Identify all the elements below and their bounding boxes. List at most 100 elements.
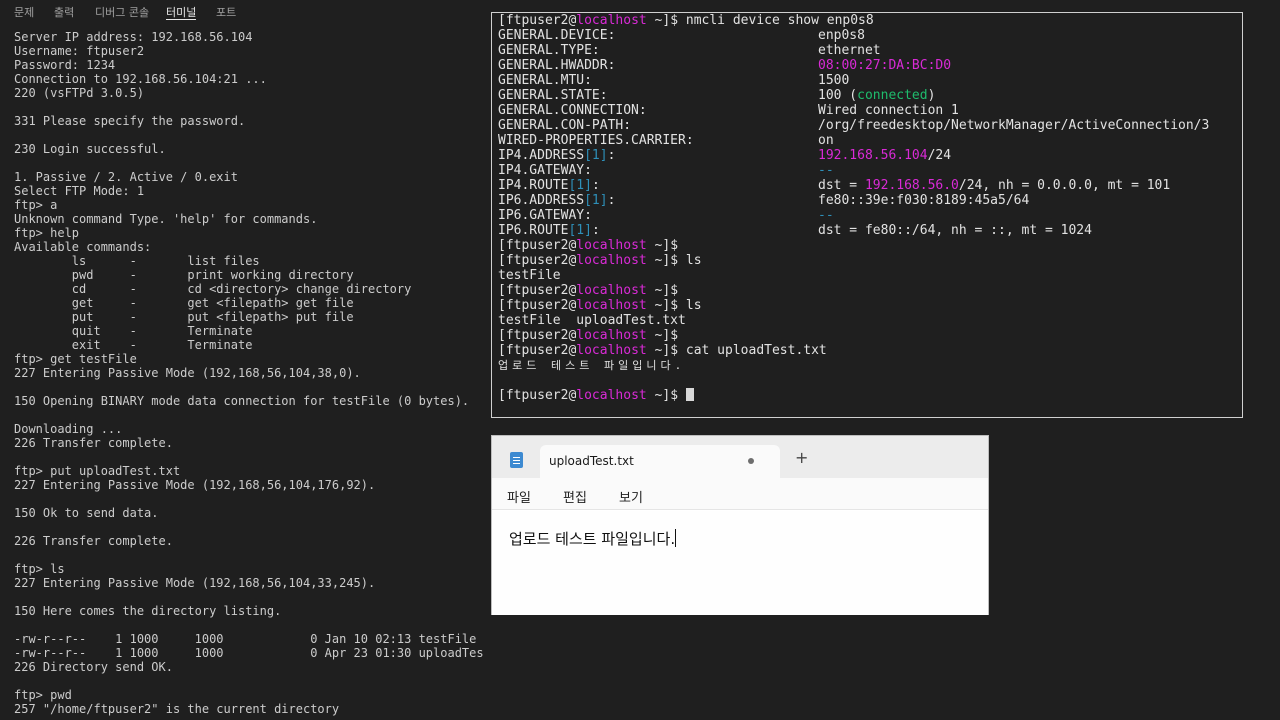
menu-edit[interactable]: 편집 (563, 487, 587, 506)
nmcli-key-colon: : (607, 148, 616, 163)
nmcli-key-text: GENERAL.TYPE: (498, 43, 600, 58)
terminal-line: Server IP address: 192.168.56.104 (14, 30, 253, 44)
nmcli-key: GENERAL.MTU: (498, 73, 818, 88)
unsaved-dot-icon[interactable] (748, 458, 754, 464)
terminal-line: put - put <filepath> put file (14, 310, 354, 324)
nmcli-row: GENERAL.STATE: 100 (connected) (498, 88, 935, 103)
ls-output: testFile uploadTest.txt (498, 313, 686, 328)
terminal-line: pwd - print working directory (14, 268, 354, 282)
nmcli-key: GENERAL.CONNECTION: (498, 103, 818, 118)
terminal-line: ftp> pwd (14, 688, 72, 702)
nmcli-value: 08:00:27:DA:BC:D0 (818, 58, 952, 73)
terminal-line: exit - Terminate (14, 338, 253, 352)
tab-terminal[interactable]: 터미널 (166, 4, 196, 20)
panel-tab-bar: 문제 출력 디버그 콘솔 터미널 포트 (0, 0, 480, 22)
terminal-line: 150 Opening BINARY mode data connection … (14, 394, 470, 408)
notepad-app-icon (510, 452, 523, 468)
shell-prompt-line: [ftpuser2@localhost ~]$ (498, 388, 694, 403)
nmcli-key-text: GENERAL.HWADDR: (498, 58, 616, 73)
nmcli-key: GENERAL.HWADDR: (498, 58, 818, 73)
prompt-open: [ftpuser2@ (498, 343, 577, 358)
nmcli-key-colon: : (607, 193, 616, 208)
nmcli-key-index: [1] (568, 223, 592, 238)
nmcli-key-name: IP4.ADDRESS (498, 148, 585, 163)
linux-terminal-window[interactable]: [ftpuser2@localhost ~]$ nmcli device sho… (491, 12, 1243, 418)
nmcli-key-text: GENERAL.CON-PATH: (498, 118, 632, 133)
tab-debug-console[interactable]: 디버그 콘솔 (95, 4, 149, 20)
terminal-line: 227 Entering Passive Mode (192,168,56,10… (14, 478, 376, 492)
nmcli-row: GENERAL.TYPE: ethernet (498, 43, 881, 58)
notepad-tab[interactable]: uploadTest.txt (540, 445, 780, 478)
nmcli-key: WIRED-PROPERTIES.CARRIER: (498, 133, 818, 148)
terminal-line: Password: 1234 (14, 58, 116, 72)
nmcli-key-text: GENERAL.CONNECTION: (498, 103, 647, 118)
terminal-line: Connection to 192.168.56.104:21 ... (14, 72, 267, 86)
terminal-line: ls - list files (14, 254, 260, 268)
prompt-open: [ftpuser2@ (498, 253, 577, 268)
menu-view[interactable]: 보기 (619, 487, 643, 506)
shell-command: nmcli device show enp0s8 (678, 13, 874, 28)
nmcli-key: IP4.ROUTE[1]: (498, 178, 818, 193)
shell-prompt-line: [ftpuser2@localhost ~]$ (498, 238, 678, 253)
nmcli-key-name: IP4.ROUTE (498, 178, 569, 193)
nmcli-value: dst = (818, 178, 865, 193)
nmcli-key-text: IP6.GATEWAY: (498, 208, 592, 223)
notepad-content: 업로드 테스트 파일입니다. (509, 530, 676, 548)
nmcli-key-index: [1] (584, 193, 608, 208)
ls-output: testFile (498, 268, 561, 283)
prompt-close: ~]$ (646, 253, 679, 268)
prompt-host: localhost (576, 298, 647, 313)
nmcli-ip: 192.168.56.104 (818, 148, 928, 163)
terminal-line: 150 Ok to send data. (14, 506, 159, 520)
prompt-open: [ftpuser2@ (498, 238, 577, 253)
nmcli-key-index: [1] (568, 178, 592, 193)
nmcli-key-name: IP6.ROUTE (498, 223, 569, 238)
notepad-text-line: 업로드 테스트 파일입니다. (509, 528, 677, 549)
nmcli-key-name: IP6.ADDRESS (498, 193, 585, 208)
terminal-line: ftp> help (14, 226, 80, 240)
terminal-line: ftp> ls (14, 562, 65, 576)
terminal-cursor (685, 388, 694, 401)
nmcli-value: /org/freedesktop/NetworkManager/ActiveCo… (818, 118, 1210, 133)
terminal-line: 226 Transfer complete. (14, 534, 173, 548)
tab-output[interactable]: 출력 (54, 4, 74, 20)
nmcli-value: /24, nh = 0.0.0.0, mt = 101 (958, 178, 1171, 193)
terminal-line: 150 Here comes the directory listing. (14, 604, 282, 618)
nmcli-key-text: GENERAL.MTU: (498, 73, 592, 88)
nmcli-row: IP6.ADDRESS[1]: fe80::39e:f030:8189:45a5/… (498, 193, 1029, 208)
nmcli-key: IP4.GATEWAY: (498, 163, 818, 178)
menu-file[interactable]: 파일 (507, 487, 531, 506)
prompt-open: [ftpuser2@ (498, 298, 577, 313)
new-tab-button[interactable]: + (795, 450, 808, 466)
nmcli-key-text: WIRED-PROPERTIES.CARRIER: (498, 133, 694, 148)
prompt-close: ~]$ (646, 388, 679, 403)
shell-prompt-line: [ftpuser2@localhost ~]$ ls (498, 253, 702, 268)
nmcli-value: dst = fe80::/64, nh = ::, mt = 1024 (818, 223, 1092, 238)
prompt-host: localhost (576, 328, 647, 343)
terminal-line: -rw-r--r-- 1 1000 1000 0 Jan 10 02:13 te… (14, 632, 477, 646)
notepad-editor[interactable]: 업로드 테스트 파일입니다. (492, 511, 988, 615)
terminal-line: 226 Directory send OK. (14, 660, 173, 674)
nmcli-row: GENERAL.HWADDR: 08:00:27:DA:BC:D0 (498, 58, 951, 73)
terminal-line: ftp> get testFile (14, 352, 137, 366)
prompt-open: [ftpuser2@ (498, 388, 577, 403)
nmcli-row: IP4.GATEWAY: -- (498, 163, 834, 178)
ftp-terminal-output[interactable]: Server IP address: 192.168.56.104 Usernam… (14, 30, 484, 720)
nmcli-value: 100 ( (818, 88, 858, 103)
nmcli-key: GENERAL.CON-PATH: (498, 118, 818, 133)
nmcli-key-text: GENERAL.STATE: (498, 88, 608, 103)
nmcli-key: GENERAL.DEVICE: (498, 28, 818, 43)
nmcli-row: IP6.ROUTE[1]: dst = fe80::/64, nh = ::, m… (498, 223, 1092, 238)
terminal-line: 220 (vsFTPd 3.0.5) (14, 86, 145, 100)
nmcli-key-text: IP4.GATEWAY: (498, 163, 592, 178)
shell-command: ls (678, 253, 702, 268)
tab-problems[interactable]: 문제 (14, 4, 34, 20)
tab-ports[interactable]: 포트 (216, 4, 236, 20)
